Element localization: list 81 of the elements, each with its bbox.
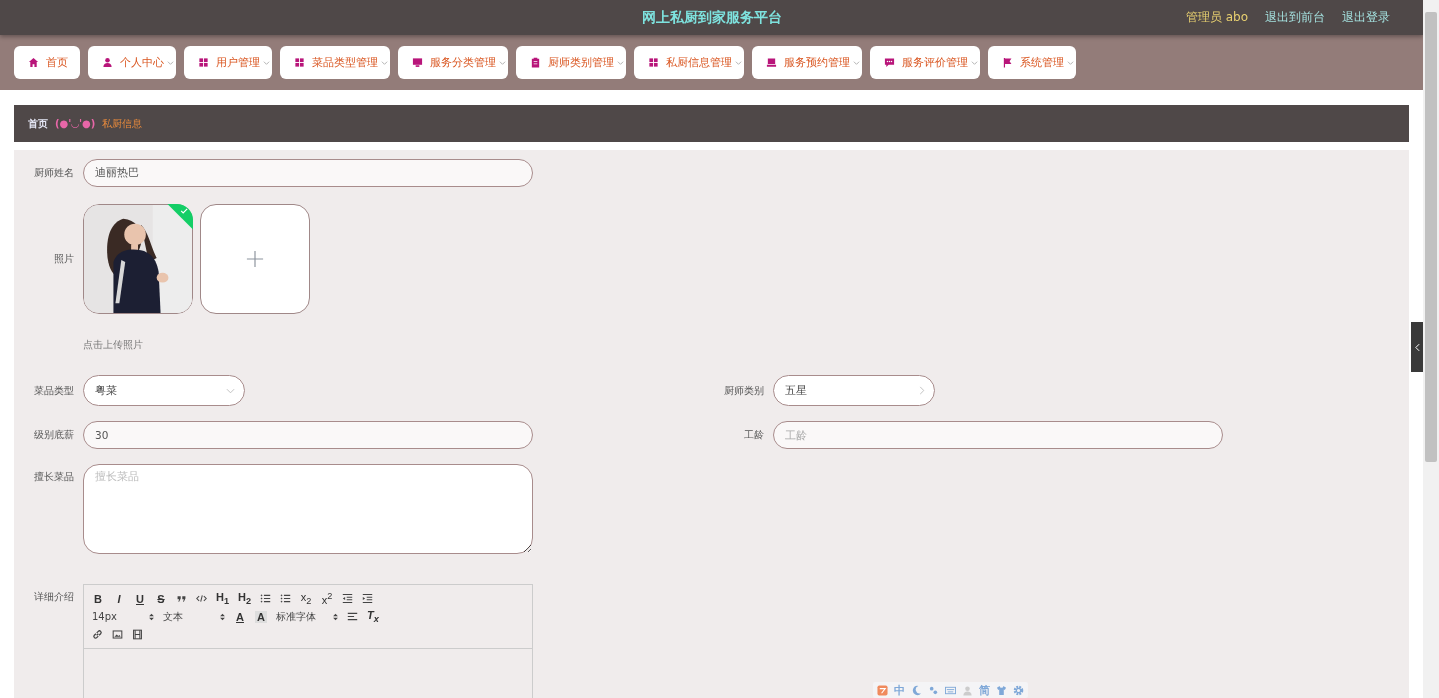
ime-logo-icon[interactable] bbox=[877, 684, 888, 696]
base-salary-field[interactable]: 30 bbox=[83, 421, 533, 449]
format-button[interactable]: x$_{2}$ bbox=[300, 590, 313, 607]
format-button[interactable]: x$^{2}$ bbox=[321, 591, 334, 606]
years-field[interactable]: 工龄 bbox=[773, 421, 1223, 449]
breadcrumb-separator: (●'◡'●) bbox=[55, 118, 96, 129]
chevron-down-icon bbox=[226, 387, 235, 394]
plus-icon bbox=[246, 250, 264, 268]
chat-icon bbox=[884, 57, 895, 68]
grid-icon bbox=[648, 57, 659, 68]
home-icon bbox=[28, 57, 39, 68]
header-link[interactable]: 退出到前台 bbox=[1265, 9, 1325, 26]
chevron-left-icon bbox=[1414, 342, 1420, 352]
ul-icon[interactable] bbox=[280, 593, 292, 604]
format-button[interactable]: B bbox=[92, 592, 104, 605]
upload-button[interactable] bbox=[200, 204, 310, 314]
breadcrumb-current: 私厨信息 bbox=[102, 116, 143, 131]
color-button[interactable]: A bbox=[255, 610, 267, 623]
nav-menu-item[interactable]: 菜品类型管理 bbox=[280, 46, 390, 79]
ime-moon-icon[interactable] bbox=[911, 684, 922, 696]
format-button[interactable]: I bbox=[113, 592, 125, 605]
nav-menu-item[interactable]: 首页 bbox=[14, 46, 80, 79]
indent-icon[interactable] bbox=[362, 593, 374, 604]
monitor-icon bbox=[412, 57, 423, 68]
ime-gear-icon[interactable] bbox=[1013, 684, 1024, 696]
site-title: 网上私厨到家服务平台 bbox=[641, 8, 782, 27]
header-link[interactable]: 退出登录 bbox=[1342, 9, 1390, 26]
up-down-arrows-icon bbox=[220, 612, 225, 621]
side-collapse-tab[interactable] bbox=[1411, 322, 1423, 372]
link-icon[interactable] bbox=[92, 629, 103, 640]
field-label: 擅长菜品 bbox=[33, 470, 74, 484]
nav-menu-item[interactable]: 服务分类管理 bbox=[398, 46, 508, 79]
field-label: 厨师姓名 bbox=[33, 166, 74, 180]
chevron-right-icon bbox=[919, 386, 925, 395]
format-button[interactable]: H$_{1}$ bbox=[216, 590, 230, 607]
admin-label: 管理员 abo bbox=[1185, 9, 1248, 26]
user-icon bbox=[102, 57, 113, 68]
outdent-icon[interactable] bbox=[342, 593, 354, 604]
ime-keyboard-icon[interactable] bbox=[945, 684, 956, 696]
toolbar-dropdown[interactable]: 14px bbox=[92, 611, 154, 622]
upload-hint: 点击上传照片 bbox=[83, 338, 143, 352]
color-button[interactable]: A bbox=[234, 610, 246, 623]
nav-menu-item[interactable]: 用户管理 bbox=[184, 46, 272, 79]
ol-icon[interactable] bbox=[260, 593, 272, 604]
grid-icon bbox=[198, 57, 209, 68]
quote-icon[interactable] bbox=[176, 593, 187, 604]
image-icon[interactable] bbox=[112, 629, 123, 640]
video-icon[interactable] bbox=[132, 629, 143, 640]
field-label: 菜品类型 bbox=[33, 383, 74, 398]
chef-class-select[interactable]: 五星 bbox=[773, 375, 935, 406]
field-label: 工龄 bbox=[743, 428, 764, 442]
nav-menu-item[interactable]: 个人中心 bbox=[88, 46, 176, 79]
field-label: 级别底薪 bbox=[33, 428, 74, 442]
field-label: 详细介绍 bbox=[33, 590, 74, 604]
format-button[interactable]: T$_{x}$ bbox=[367, 608, 379, 625]
format-button[interactable]: U bbox=[134, 592, 146, 605]
ime-shirt-icon[interactable] bbox=[996, 684, 1007, 696]
nav-menu-item[interactable]: 私厨信息管理 bbox=[634, 46, 744, 79]
toolbar-dropdown[interactable]: 文本 bbox=[163, 609, 225, 624]
scrollbar[interactable] bbox=[1423, 0, 1439, 698]
format-button[interactable]: H$_{2}$ bbox=[238, 590, 252, 607]
clipboard-icon bbox=[530, 57, 541, 68]
specialty-textarea[interactable]: 擅长菜品 bbox=[83, 464, 533, 554]
name-field[interactable]: 迪丽热巴 bbox=[83, 159, 533, 187]
field-label: 照片 bbox=[53, 252, 74, 266]
ime-dots-icon[interactable] bbox=[928, 684, 939, 696]
nav-menu-item[interactable]: 厨师类别管理 bbox=[516, 46, 626, 79]
code-icon[interactable] bbox=[196, 593, 207, 604]
dish-type-select[interactable]: 粤菜 bbox=[83, 375, 245, 406]
up-down-arrows-icon bbox=[333, 612, 338, 621]
align-icon[interactable] bbox=[347, 611, 358, 622]
up-down-arrows-icon bbox=[149, 612, 154, 621]
nav-menu-item[interactable]: 系统管理 bbox=[988, 46, 1076, 79]
breadcrumb-home-link[interactable]: 首页 bbox=[28, 116, 48, 131]
flag-icon bbox=[1002, 57, 1013, 68]
nav-menu-item[interactable]: 服务预约管理 bbox=[752, 46, 862, 79]
grid-icon bbox=[294, 57, 305, 68]
format-button[interactable]: S bbox=[155, 592, 167, 605]
field-label: 厨师类别 bbox=[723, 383, 764, 398]
toolbar-dropdown[interactable]: 标准字体 bbox=[276, 609, 338, 624]
nav-menu-item[interactable]: 服务评价管理 bbox=[870, 46, 980, 79]
